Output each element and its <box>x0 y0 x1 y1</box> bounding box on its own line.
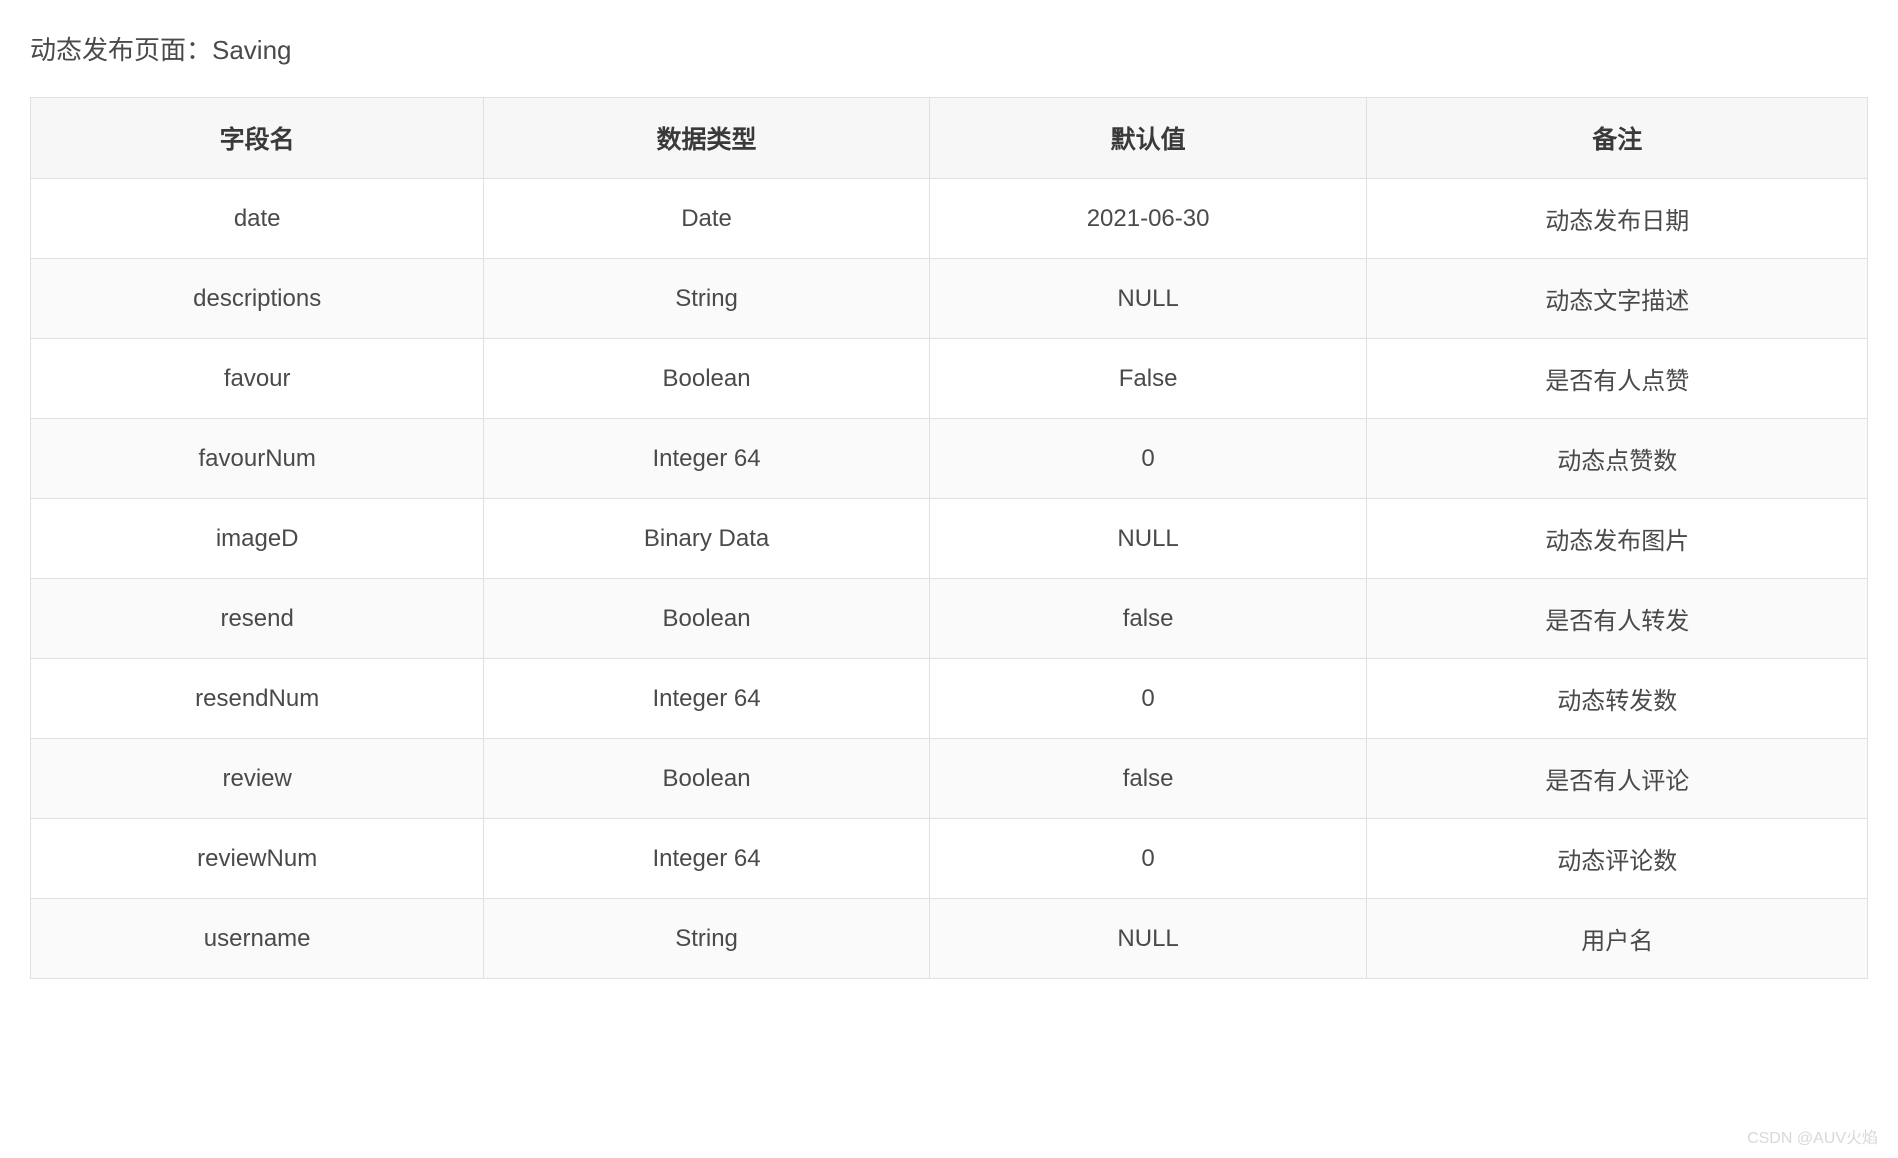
table-header-row: 字段名 数据类型 默认值 备注 <box>31 98 1868 179</box>
cell-type: Date <box>484 179 929 259</box>
cell-field: imageD <box>31 499 484 579</box>
cell-default: 0 <box>929 419 1367 499</box>
cell-default: NULL <box>929 499 1367 579</box>
cell-note: 是否有人转发 <box>1367 579 1868 659</box>
cell-type: Integer 64 <box>484 659 929 739</box>
cell-field: review <box>31 739 484 819</box>
cell-field: username <box>31 899 484 979</box>
cell-default: False <box>929 339 1367 419</box>
page-title: 动态发布页面：Saving <box>30 30 1868 67</box>
schema-table: 字段名 数据类型 默认值 备注 dateDate2021-06-30动态发布日期… <box>30 97 1868 979</box>
cell-field: favour <box>31 339 484 419</box>
table-body: dateDate2021-06-30动态发布日期descriptionsStri… <box>31 179 1868 979</box>
table-row: favourBooleanFalse是否有人点赞 <box>31 339 1868 419</box>
cell-field: reviewNum <box>31 819 484 899</box>
table-row: reviewNumInteger 640动态评论数 <box>31 819 1868 899</box>
col-header-note: 备注 <box>1367 98 1868 179</box>
table-row: reviewBooleanfalse是否有人评论 <box>31 739 1868 819</box>
cell-type: Boolean <box>484 739 929 819</box>
cell-type: Binary Data <box>484 499 929 579</box>
cell-note: 动态转发数 <box>1367 659 1868 739</box>
cell-default: NULL <box>929 899 1367 979</box>
cell-note: 用户名 <box>1367 899 1868 979</box>
table-row: resendNumInteger 640动态转发数 <box>31 659 1868 739</box>
cell-note: 动态发布图片 <box>1367 499 1868 579</box>
cell-field: resend <box>31 579 484 659</box>
cell-note: 是否有人评论 <box>1367 739 1868 819</box>
cell-note: 动态评论数 <box>1367 819 1868 899</box>
table-row: dateDate2021-06-30动态发布日期 <box>31 179 1868 259</box>
cell-type: Integer 64 <box>484 819 929 899</box>
cell-note: 动态发布日期 <box>1367 179 1868 259</box>
watermark: CSDN @AUV火焰 <box>1747 1124 1878 1148</box>
cell-default: 0 <box>929 659 1367 739</box>
cell-note: 动态文字描述 <box>1367 259 1868 339</box>
table-row: descriptionsStringNULL动态文字描述 <box>31 259 1868 339</box>
cell-type: Integer 64 <box>484 419 929 499</box>
cell-field: resendNum <box>31 659 484 739</box>
cell-default: false <box>929 579 1367 659</box>
cell-field: descriptions <box>31 259 484 339</box>
cell-type: Boolean <box>484 579 929 659</box>
cell-type: Boolean <box>484 339 929 419</box>
cell-field: date <box>31 179 484 259</box>
cell-field: favourNum <box>31 419 484 499</box>
col-header-field: 字段名 <box>31 98 484 179</box>
cell-default: 2021-06-30 <box>929 179 1367 259</box>
cell-note: 动态点赞数 <box>1367 419 1868 499</box>
cell-default: NULL <box>929 259 1367 339</box>
col-header-type: 数据类型 <box>484 98 929 179</box>
cell-type: String <box>484 259 929 339</box>
table-row: imageDBinary DataNULL动态发布图片 <box>31 499 1868 579</box>
cell-default: 0 <box>929 819 1367 899</box>
table-row: favourNumInteger 640动态点赞数 <box>31 419 1868 499</box>
table-row: resendBooleanfalse是否有人转发 <box>31 579 1868 659</box>
cell-type: String <box>484 899 929 979</box>
table-row: usernameStringNULL用户名 <box>31 899 1868 979</box>
cell-default: false <box>929 739 1367 819</box>
cell-note: 是否有人点赞 <box>1367 339 1868 419</box>
col-header-default: 默认值 <box>929 98 1367 179</box>
